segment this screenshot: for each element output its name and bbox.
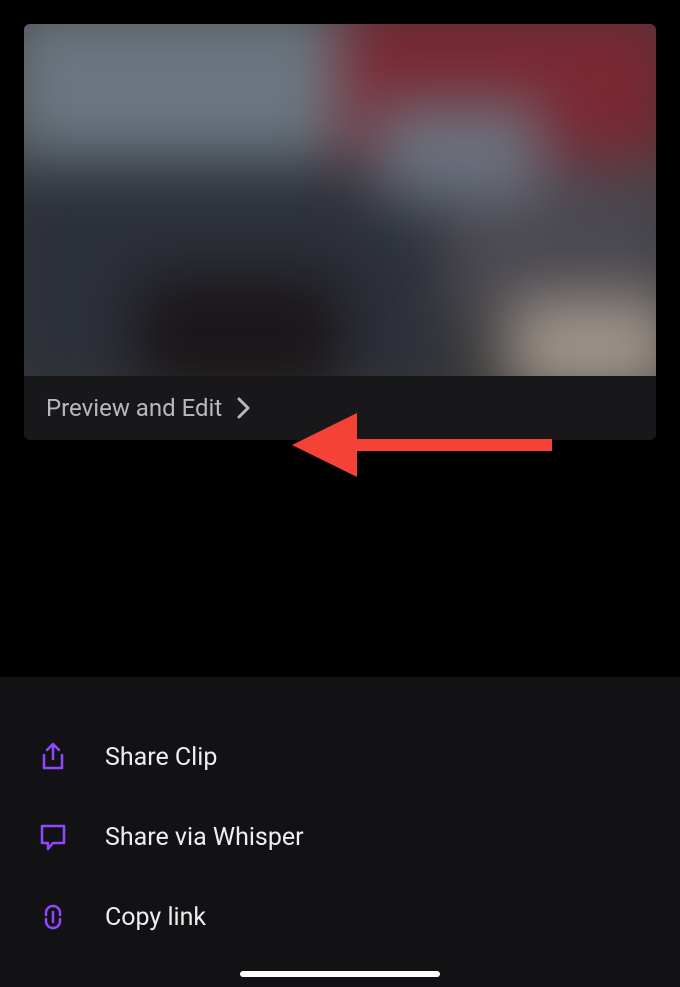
share-whisper-label: Share via Whisper (105, 823, 304, 852)
blurred-preview-image (24, 24, 656, 376)
share-icon (35, 739, 71, 775)
link-icon (35, 899, 71, 935)
share-whisper-option[interactable]: Share via Whisper (0, 797, 680, 877)
copy-link-option[interactable]: Copy link (0, 877, 680, 957)
share-clip-label: Share Clip (105, 743, 217, 772)
share-clip-option[interactable]: Share Clip (0, 717, 680, 797)
video-thumbnail (24, 24, 656, 376)
share-sheet: Share Clip Share via Whisper Copy link (0, 677, 680, 987)
preview-and-edit-button[interactable]: Preview and Edit (24, 376, 656, 440)
chat-icon (35, 819, 71, 855)
home-indicator[interactable] (240, 971, 440, 977)
copy-link-label: Copy link (105, 903, 206, 932)
preview-edit-label: Preview and Edit (46, 394, 222, 422)
video-preview-card: Preview and Edit (24, 24, 656, 440)
chevron-right-icon (234, 394, 254, 422)
